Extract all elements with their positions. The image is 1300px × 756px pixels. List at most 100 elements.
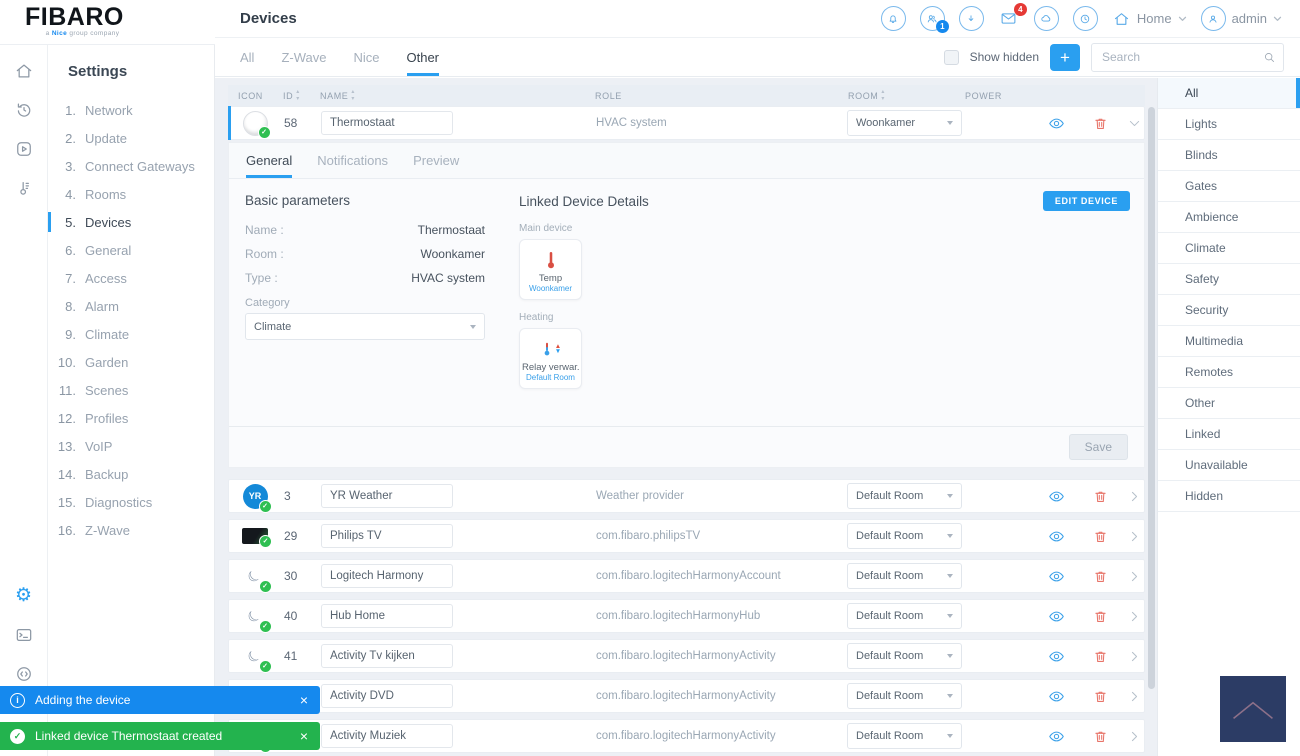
device-name-input[interactable] <box>321 484 453 508</box>
api-icon[interactable] <box>14 664 34 684</box>
device-name-input[interactable] <box>321 524 453 548</box>
alarm-bell-icon[interactable] <box>881 6 906 31</box>
col-name[interactable]: NAME▴▾ <box>316 90 556 101</box>
expand-chevron-icon[interactable] <box>1122 531 1146 542</box>
category-item[interactable]: Linked <box>1158 419 1300 450</box>
settings-nav-item[interactable]: 8. Alarm <box>48 292 214 320</box>
delete-trash-icon[interactable] <box>1078 528 1122 545</box>
visibility-eye-icon[interactable] <box>1034 488 1078 505</box>
linked-device-room-link[interactable]: Default Room <box>522 373 579 382</box>
category-item[interactable]: Lights <box>1158 109 1300 140</box>
scenes-icon[interactable] <box>14 139 34 159</box>
expand-chevron-icon[interactable] <box>1122 611 1146 622</box>
delete-trash-icon[interactable] <box>1078 608 1122 625</box>
expand-chevron-icon[interactable] <box>1122 651 1146 662</box>
category-item[interactable]: Other <box>1158 388 1300 419</box>
search-input[interactable] <box>1091 43 1284 72</box>
settings-nav-item[interactable]: 7. Access <box>48 264 214 292</box>
settings-gear-icon[interactable]: ⚙ <box>14 586 34 606</box>
settings-nav-item[interactable]: 13. VoIP <box>48 432 214 460</box>
expand-chevron-icon[interactable] <box>1122 571 1146 582</box>
settings-nav-item[interactable]: 1. Network <box>48 96 214 124</box>
room-select[interactable]: Woonkamer <box>847 110 962 136</box>
home-selector[interactable]: Home <box>1112 10 1187 28</box>
close-icon[interactable]: × <box>300 693 308 707</box>
room-select[interactable]: Default Room <box>847 643 962 669</box>
category-item[interactable]: Multimedia <box>1158 326 1300 357</box>
show-hidden-checkbox[interactable] <box>944 50 959 65</box>
expand-chevron-icon[interactable] <box>1122 491 1146 502</box>
device-row[interactable]: 30 com.fibaro.logitechHarmonyAccount Def… <box>228 559 1145 593</box>
mail-icon[interactable]: 4 <box>998 9 1020 29</box>
category-item[interactable]: Climate <box>1158 233 1300 264</box>
category-item[interactable]: Remotes <box>1158 357 1300 388</box>
col-room[interactable]: ROOM▴▾ <box>846 90 963 101</box>
main-device-card[interactable]: Temp Woonkamer <box>519 239 582 300</box>
room-select[interactable]: Default Room <box>847 683 962 709</box>
visibility-eye-icon[interactable] <box>1034 608 1078 625</box>
room-select[interactable]: Default Room <box>847 603 962 629</box>
history-icon[interactable] <box>14 100 34 120</box>
category-item[interactable]: Safety <box>1158 264 1300 295</box>
user-menu[interactable]: admin <box>1201 6 1282 31</box>
save-button[interactable]: Save <box>1069 434 1128 460</box>
device-tab[interactable]: Other <box>407 38 440 76</box>
heating-device-card[interactable]: ▲▼ Relay verwar... Default Room <box>519 328 582 389</box>
download-icon[interactable] <box>959 6 984 31</box>
delete-trash-icon[interactable] <box>1078 115 1122 132</box>
device-name-input[interactable] <box>321 644 453 668</box>
device-name-input[interactable] <box>321 604 453 628</box>
settings-nav-item[interactable]: 4. Rooms <box>48 180 214 208</box>
category-item[interactable]: Gates <box>1158 171 1300 202</box>
device-tab[interactable]: Nice <box>353 38 379 76</box>
category-item[interactable]: Hidden <box>1158 481 1300 512</box>
visibility-eye-icon[interactable] <box>1034 568 1078 585</box>
settings-nav-item[interactable]: 3. Connect Gateways <box>48 152 214 180</box>
clock-icon[interactable] <box>1073 6 1098 31</box>
device-name-input[interactable] <box>321 111 453 135</box>
settings-nav-item[interactable]: 9. Climate <box>48 320 214 348</box>
device-row[interactable]: 29 com.fibaro.philipsTV Default Room <box>228 519 1145 553</box>
category-item[interactable]: Unavailable <box>1158 450 1300 481</box>
home-icon[interactable] <box>14 61 34 81</box>
edit-device-button[interactable]: EDIT DEVICE <box>1043 191 1130 211</box>
settings-nav-item[interactable]: 6. General <box>48 236 214 264</box>
add-device-button[interactable]: + <box>1050 44 1080 71</box>
users-icon[interactable]: 1 <box>920 6 945 31</box>
settings-nav-item[interactable]: 5. Devices <box>48 208 214 236</box>
visibility-eye-icon[interactable] <box>1034 728 1078 745</box>
linked-device-room-link[interactable]: Woonkamer <box>522 284 579 293</box>
category-select[interactable]: Climate <box>245 313 485 340</box>
console-icon[interactable] <box>14 625 34 645</box>
settings-nav-item[interactable]: 11. Scenes <box>48 376 214 404</box>
expand-chevron-icon[interactable] <box>1122 691 1146 702</box>
room-select[interactable]: Default Room <box>847 723 962 749</box>
delete-trash-icon[interactable] <box>1078 568 1122 585</box>
delete-trash-icon[interactable] <box>1078 488 1122 505</box>
settings-nav-item[interactable]: 14. Backup <box>48 460 214 488</box>
room-select[interactable]: Default Room <box>847 523 962 549</box>
detail-tab[interactable]: Preview <box>413 143 459 178</box>
expand-chevron-icon[interactable] <box>1122 731 1146 742</box>
visibility-eye-icon[interactable] <box>1034 648 1078 665</box>
device-name-input[interactable] <box>321 684 453 708</box>
collapse-chevron-icon[interactable] <box>1122 118 1146 129</box>
col-id[interactable]: ID▴▾ <box>280 90 316 101</box>
device-name-input[interactable] <box>321 724 453 748</box>
device-row-expanded[interactable]: 58 HVAC system Woonkamer <box>228 106 1145 140</box>
room-select[interactable]: Default Room <box>847 483 962 509</box>
close-icon[interactable]: × <box>300 729 308 743</box>
category-item[interactable]: Security <box>1158 295 1300 326</box>
delete-trash-icon[interactable] <box>1078 648 1122 665</box>
device-row[interactable]: com.fibaro.logitechHarmonyActivity Defau… <box>228 679 1145 713</box>
category-item[interactable]: Ambience <box>1158 202 1300 233</box>
device-row[interactable]: 41 com.fibaro.logitechHarmonyActivity De… <box>228 639 1145 673</box>
visibility-eye-icon[interactable] <box>1034 688 1078 705</box>
detail-tab[interactable]: Notifications <box>317 143 388 178</box>
device-row[interactable]: 40 com.fibaro.logitechHarmonyHub Default… <box>228 599 1145 633</box>
settings-nav-item[interactable]: 12. Profiles <box>48 404 214 432</box>
climate-icon[interactable] <box>14 178 34 198</box>
visibility-eye-icon[interactable] <box>1034 115 1078 132</box>
device-row[interactable]: YR 3 Weather provider Default Room <box>228 479 1145 513</box>
cloud-icon[interactable] <box>1034 6 1059 31</box>
